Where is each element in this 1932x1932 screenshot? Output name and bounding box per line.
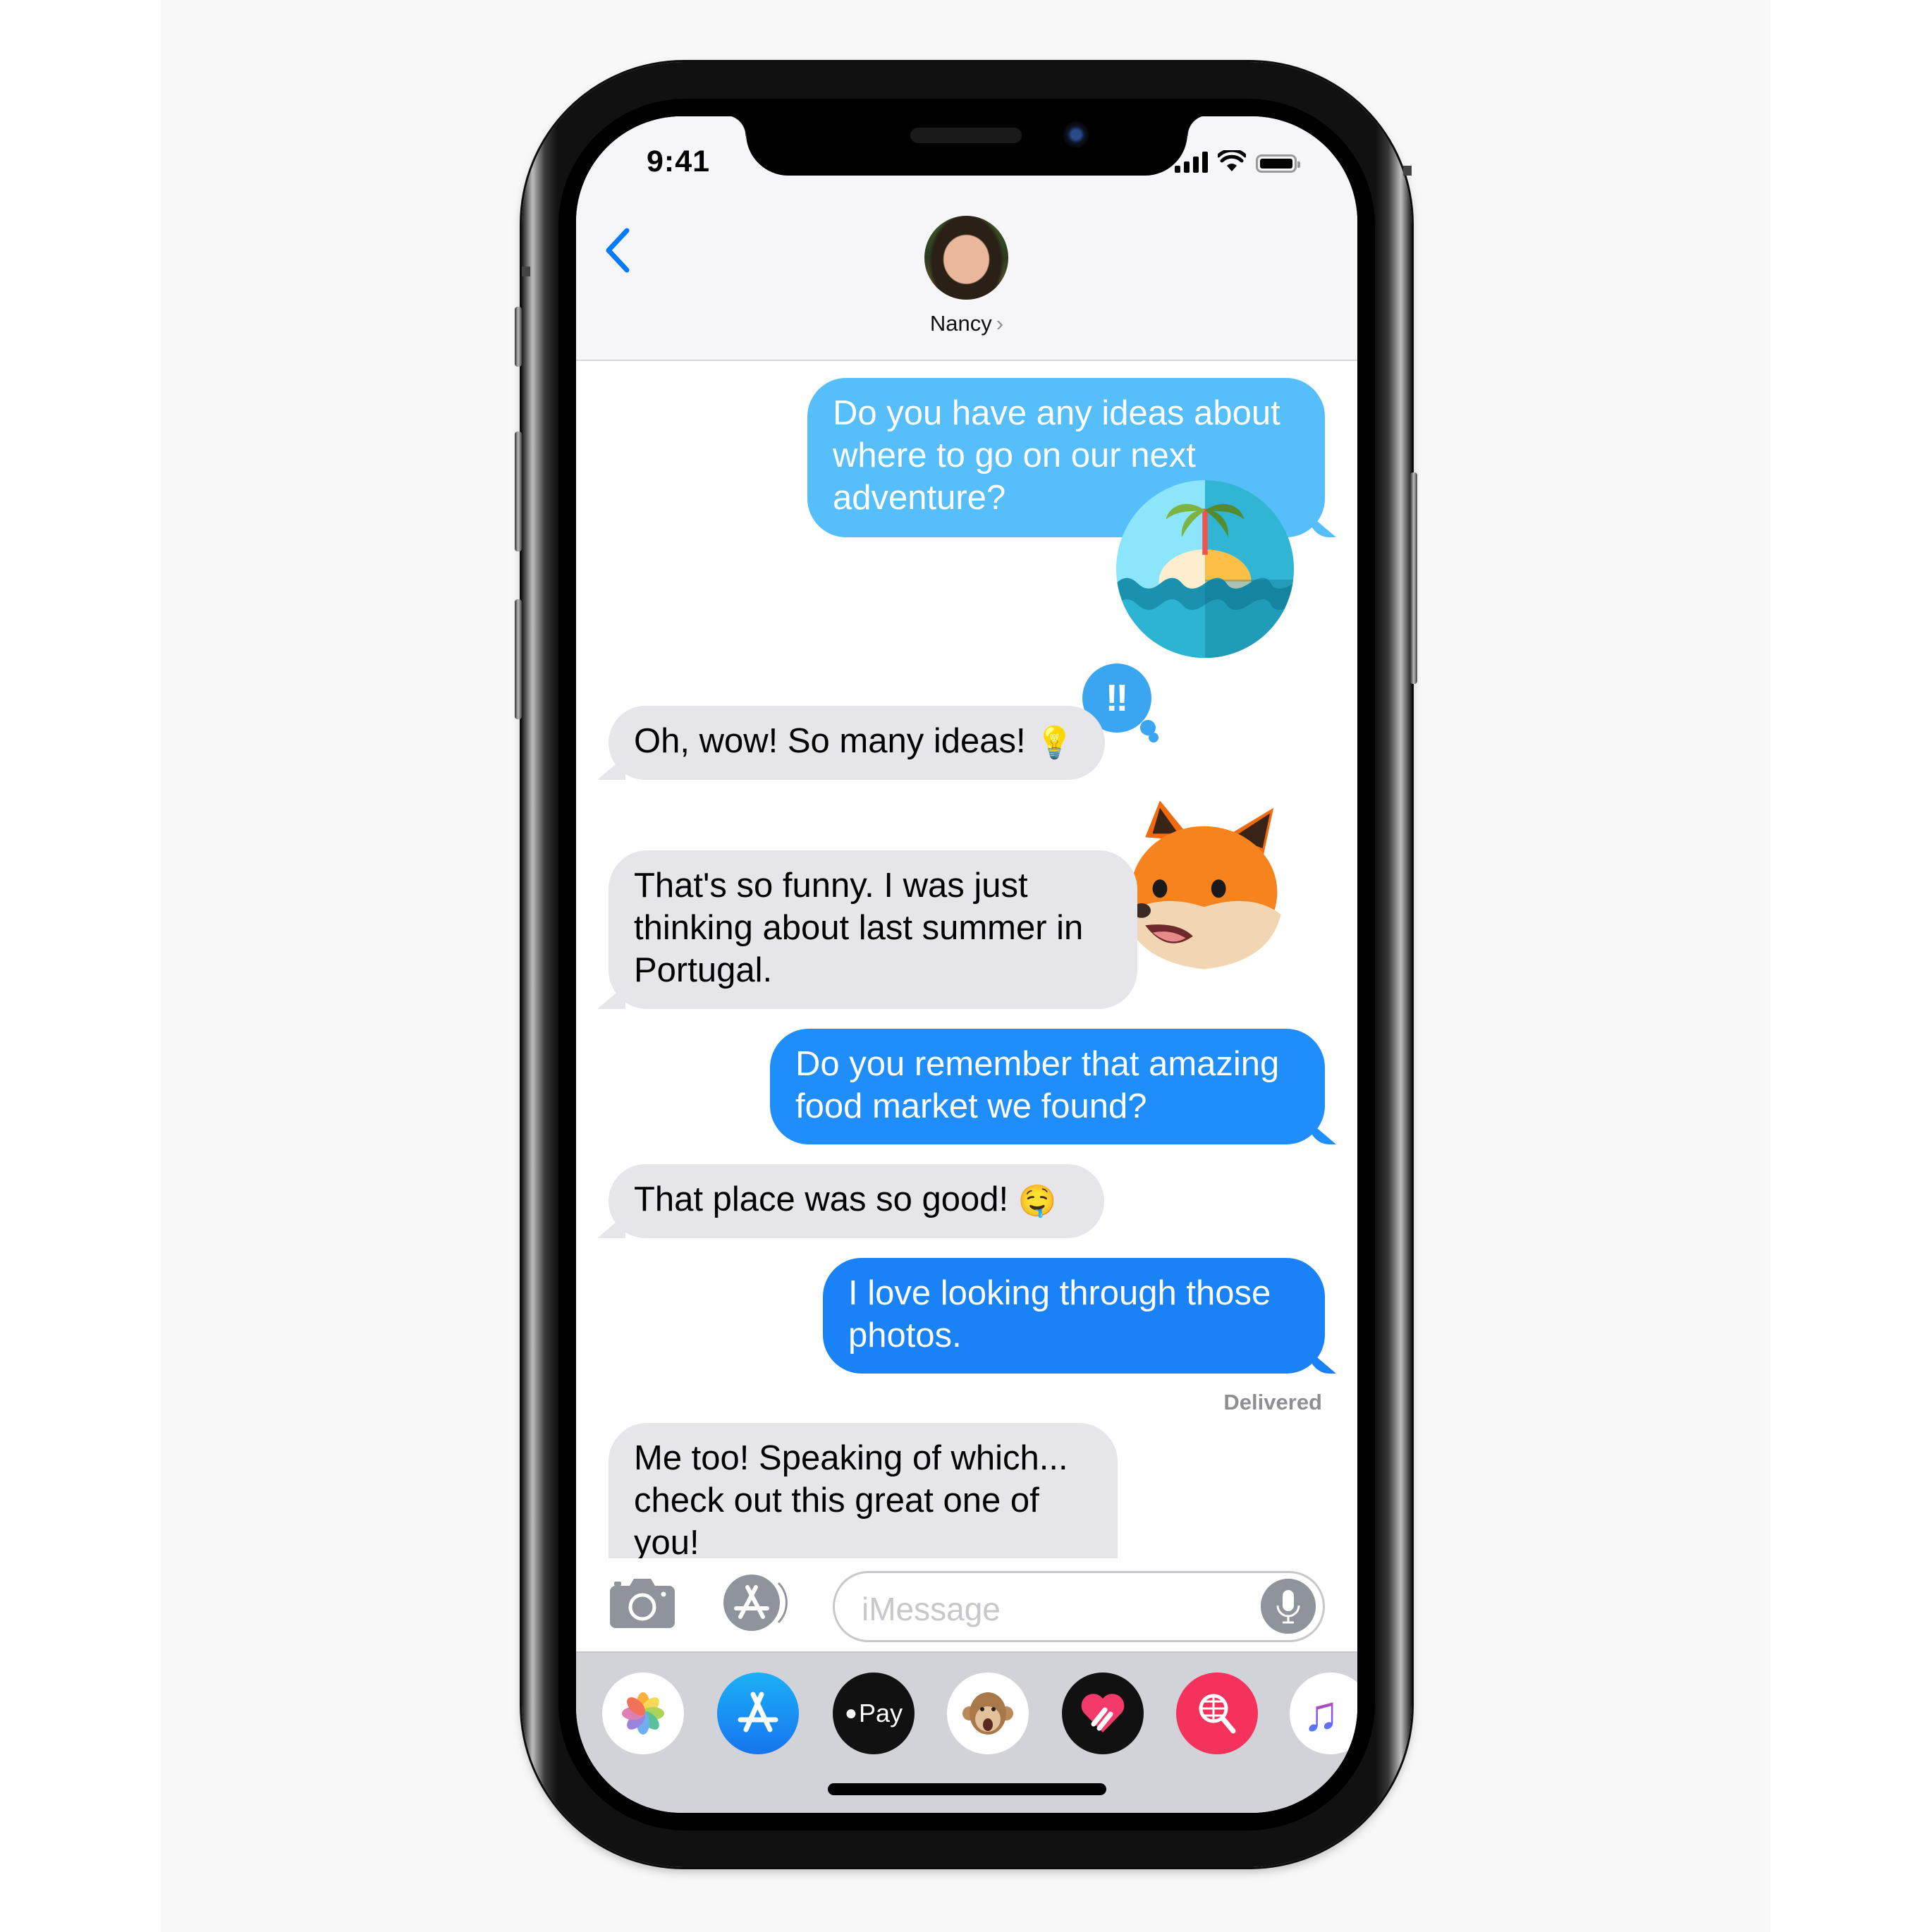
message-outgoing[interactable]: I love looking through those photos.	[823, 1258, 1325, 1374]
message-text: That's so funny. I was just thinking abo…	[634, 867, 1084, 989]
apple-pay-icon[interactable]: ● Pay	[833, 1673, 915, 1754]
message-text: Do you remember that amazing food market…	[795, 1045, 1280, 1125]
status-time: 9:41	[647, 145, 711, 178]
silent-switch	[515, 307, 522, 367]
chevron-right-icon: ›	[996, 311, 1004, 336]
message-incoming[interactable]: That place was so good! 🤤	[609, 1164, 1104, 1238]
message-text: That place was so good!	[634, 1180, 1009, 1218]
contact-name-button[interactable]: Nancy ›	[576, 311, 1357, 336]
volume-up-button	[515, 432, 522, 551]
apple-pay-label: Pay	[859, 1699, 903, 1728]
volume-down-button	[515, 599, 522, 719]
imessage-placeholder: iMessage	[862, 1591, 1001, 1627]
photos-icon[interactable]	[602, 1673, 684, 1754]
app-store-icon[interactable]	[722, 1573, 790, 1632]
digital-touch-heart-icon[interactable]	[1062, 1673, 1144, 1754]
message-incoming[interactable]: Me too! Speaking of which... check out t…	[609, 1423, 1118, 1558]
globe-search-icon[interactable]	[1176, 1673, 1258, 1754]
speaker-grille	[910, 128, 1022, 143]
home-indicator[interactable]	[828, 1783, 1106, 1795]
battery-icon	[1256, 154, 1300, 173]
island-sticker[interactable]	[1116, 480, 1294, 658]
drooling-face-emoji-icon: 🤤	[1017, 1184, 1057, 1219]
monkey-animoji-icon[interactable]	[947, 1673, 1029, 1754]
antenna-band	[522, 267, 530, 276]
antenna-band	[1403, 166, 1412, 176]
contact-name: Nancy	[929, 311, 992, 336]
message-outgoing[interactable]: Do you remember that amazing food market…	[770, 1029, 1325, 1144]
status-icons	[1175, 150, 1300, 173]
screen: 9:41 Nancy › Do you have any ideas about …	[576, 116, 1357, 1813]
side-button	[1410, 472, 1417, 684]
music-note-icon[interactable]: ♫	[1290, 1673, 1357, 1754]
imessage-input[interactable]: iMessage	[833, 1571, 1325, 1642]
contact-avatar[interactable]	[924, 216, 1008, 300]
chevron-left-icon[interactable]	[603, 228, 631, 273]
wifi-icon	[1218, 150, 1246, 171]
camera-icon[interactable]	[609, 1577, 676, 1630]
delivered-status: Delivered	[1223, 1390, 1322, 1414]
message-incoming[interactable]: Oh, wow! So many ideas! 💡	[609, 706, 1105, 780]
tapback-tail	[1149, 733, 1158, 742]
message-text: Me too! Speaking of which... check out t…	[634, 1439, 1068, 1558]
message-incoming[interactable]: That's so funny. I was just thinking abo…	[609, 850, 1137, 1009]
message-text: Oh, wow! So many ideas!	[634, 722, 1026, 760]
message-text: I love looking through those photos.	[848, 1274, 1271, 1355]
microphone-icon[interactable]	[1261, 1579, 1316, 1634]
app-store-icon[interactable]	[717, 1673, 799, 1754]
notch	[725, 116, 1209, 176]
front-camera	[1063, 121, 1089, 148]
lightbulb-emoji-icon: 💡	[1035, 726, 1075, 761]
